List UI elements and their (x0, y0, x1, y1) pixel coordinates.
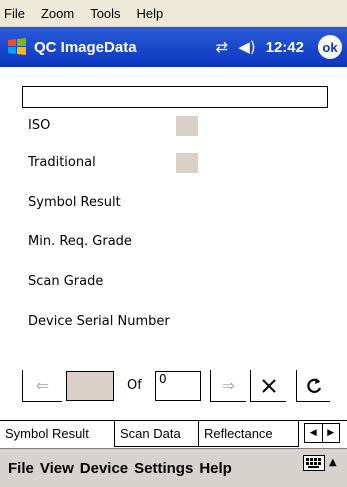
tab-scroll-left-icon[interactable]: ◀ (305, 424, 323, 442)
symbol-result-label: Symbol Result (28, 195, 121, 210)
bottom-menu-device[interactable]: Device (80, 460, 128, 477)
sip-arrow-up-icon[interactable]: ▲ (329, 457, 337, 468)
bottom-menu-settings[interactable]: Settings (134, 460, 193, 477)
tab-scroller[interactable]: ◀ ▶ (304, 423, 340, 443)
start-icon[interactable] (0, 27, 34, 67)
of-label: Of (127, 378, 142, 393)
title-bar: QC ImageData ⇄ ◀) 12:42 ok (0, 27, 347, 67)
scan-grade-label: Scan Grade (28, 274, 104, 289)
traditional-label: Traditional (28, 155, 96, 170)
tab-strip: Symbol Result Scan Data Reflectance ◀ ▶ (0, 420, 347, 448)
previous-button[interactable]: ⇐ (22, 370, 62, 402)
iso-indicator (176, 116, 198, 136)
barcode-data-field[interactable] (22, 86, 328, 108)
refresh-icon (306, 377, 321, 393)
host-menubar: File Zoom Tools Help (0, 0, 347, 27)
menu-tools[interactable]: Tools (90, 6, 120, 21)
iso-label: ISO (28, 118, 51, 133)
arrow-left-icon: ⇐ (35, 376, 50, 395)
device-serial-label: Device Serial Number (28, 314, 170, 329)
bottom-menu-view[interactable]: View (40, 460, 74, 477)
connectivity-icon[interactable]: ⇄ (216, 38, 229, 56)
tab-scroll-right-icon[interactable]: ▶ (323, 424, 340, 442)
bottom-menu-file[interactable]: File (8, 460, 34, 477)
arrow-right-icon: ⇒ (221, 376, 236, 395)
volume-icon[interactable]: ◀) (238, 38, 255, 56)
bottom-menu-help[interactable]: Help (199, 460, 232, 477)
menu-file[interactable]: File (4, 6, 25, 21)
tab-reflectance[interactable]: Reflectance (199, 421, 299, 447)
ok-button[interactable]: ok (318, 35, 342, 59)
close-icon (261, 378, 276, 393)
clock[interactable]: 12:42 (266, 39, 304, 56)
current-index-field[interactable] (66, 371, 114, 401)
min-req-grade-label: Min. Req. Grade (28, 234, 132, 249)
menu-zoom[interactable]: Zoom (41, 6, 74, 21)
delete-button[interactable] (250, 370, 286, 402)
tab-symbol-result[interactable]: Symbol Result (0, 421, 115, 447)
refresh-button[interactable] (296, 370, 330, 402)
menu-help[interactable]: Help (137, 6, 164, 21)
next-button[interactable]: ⇒ (210, 370, 246, 402)
bottom-menubar: File View Device Settings Help ▲ (0, 448, 347, 487)
tab-scan-data[interactable]: Scan Data (115, 421, 199, 447)
traditional-indicator (176, 153, 198, 173)
app-title: QC ImageData (34, 38, 137, 56)
keyboard-icon[interactable] (303, 455, 325, 471)
total-count-field[interactable]: 0 (155, 371, 201, 401)
